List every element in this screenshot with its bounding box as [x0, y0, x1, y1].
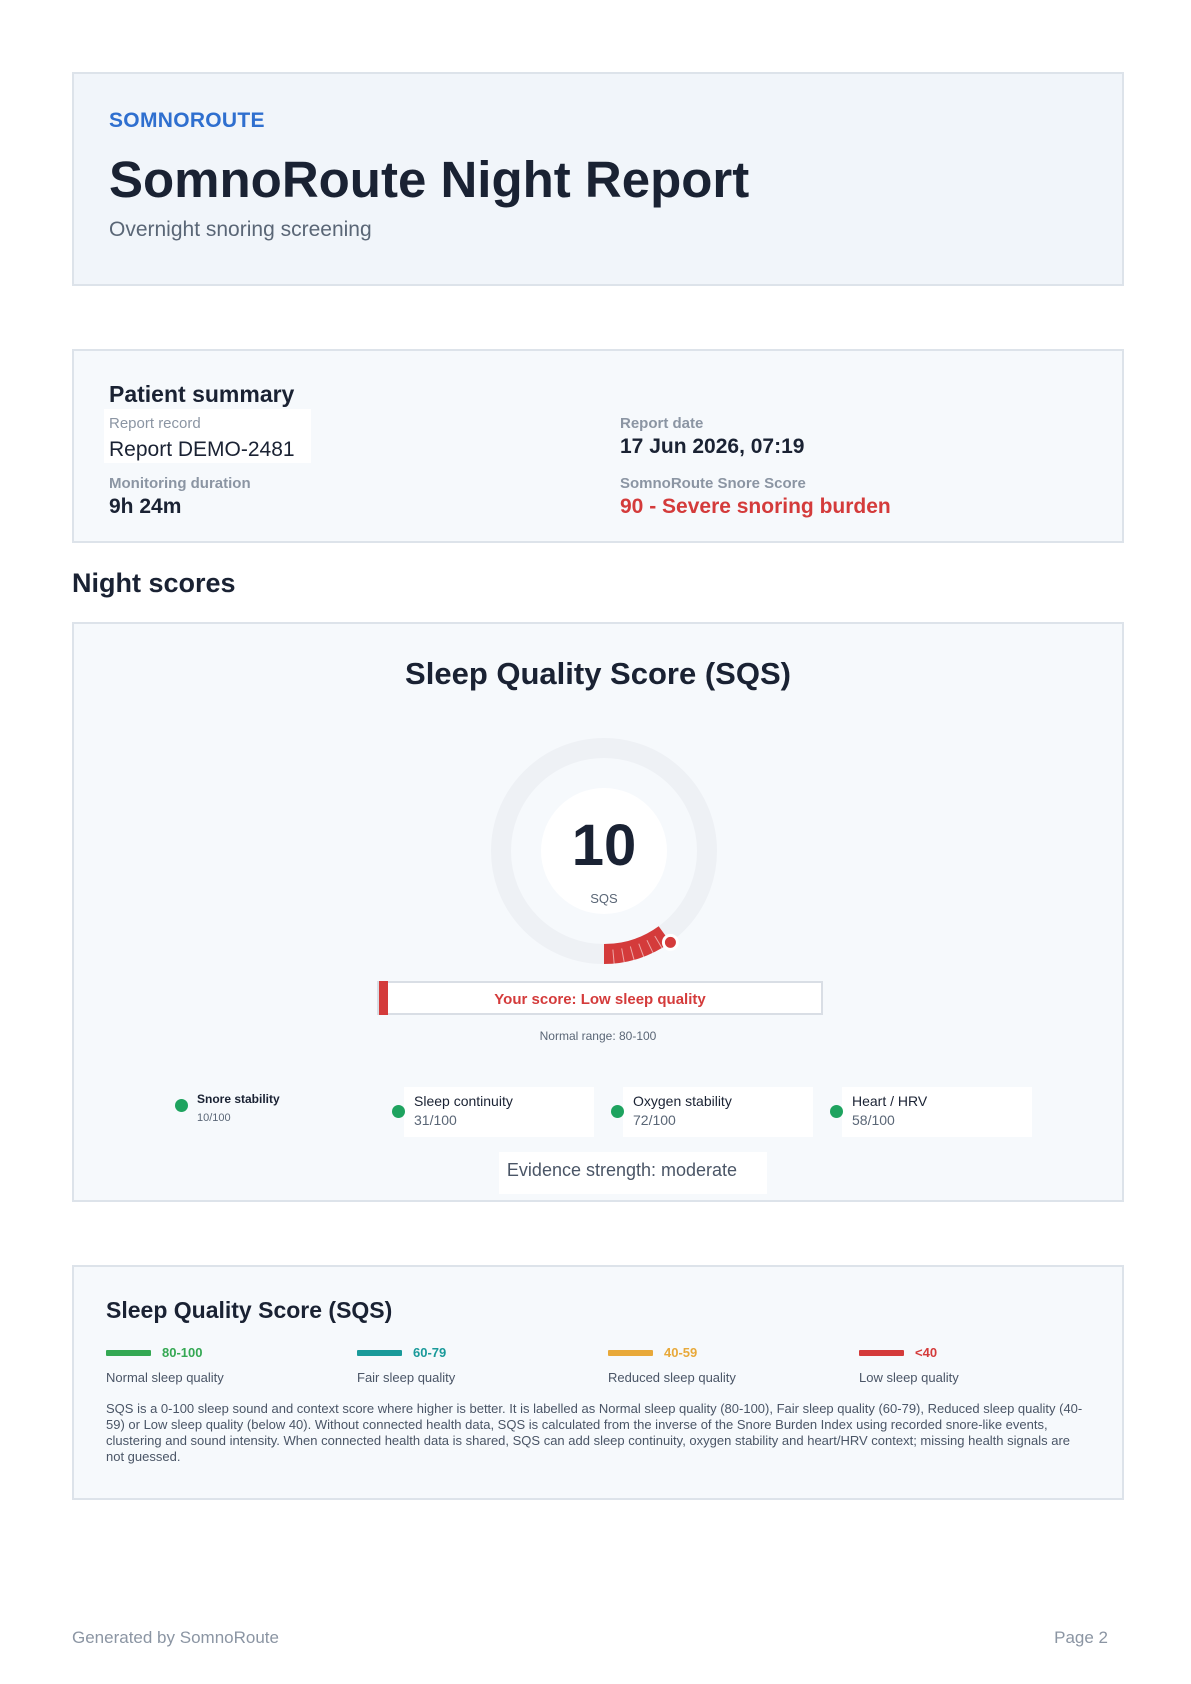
legend-label: Fair sleep quality: [357, 1370, 456, 1385]
gauge-arc: [604, 926, 671, 964]
record-label: Report record: [109, 415, 201, 432]
legend-range: 80-100: [162, 1345, 203, 1360]
gauge-unit: SQS: [590, 891, 618, 906]
component-name: Oxygen stability: [633, 1093, 732, 1109]
legend-color-bar: [106, 1350, 151, 1356]
sqs-title: Sleep Quality Score (SQS): [405, 656, 791, 691]
legend-range: <40: [915, 1345, 938, 1360]
page-number: Page 2: [1054, 1628, 1108, 1647]
legend-color-bar: [859, 1350, 904, 1356]
patient-summary-card: Patient summary Report record Report DEM…: [72, 349, 1124, 543]
legend-label: Reduced sleep quality: [608, 1370, 736, 1385]
component-value: 10/100: [197, 1112, 231, 1124]
component-value: 72/100: [633, 1112, 676, 1128]
status-dot-icon: [392, 1105, 405, 1118]
legend-range: 40-59: [664, 1345, 698, 1360]
legend-range: 60-79: [413, 1345, 447, 1360]
legend-color-bar: [608, 1350, 653, 1356]
component-name: Snore stability: [197, 1092, 280, 1106]
sqs-gauge: 10 SQS: [491, 738, 717, 964]
gauge-marker: [661, 933, 679, 951]
report-date-label: Report date: [620, 415, 704, 432]
status-dot-icon: [175, 1099, 188, 1112]
status-dot-icon: [611, 1105, 624, 1118]
report-title: SomnoRoute Night Report: [109, 151, 750, 208]
gauge-score: 10: [572, 813, 637, 878]
report-header: SOMNOROUTE SomnoRoute Night Report Overn…: [72, 72, 1124, 286]
normal-range: Normal range: 80-100: [539, 1029, 657, 1043]
brand-name: SOMNOROUTE: [109, 109, 265, 132]
legend-label: Normal sleep quality: [106, 1370, 224, 1385]
record-value: Report DEMO-2481: [109, 438, 295, 461]
component-name: Heart / HRV: [852, 1093, 928, 1109]
sqs-legend-card: Sleep Quality Score (SQS) 80-100 Normal …: [72, 1265, 1124, 1500]
patient-summary-title: Patient summary: [109, 381, 295, 407]
evidence-strength: Evidence strength: moderate: [506, 1160, 738, 1180]
night-scores-card: Sleep Quality Score (SQS) 10 SQS Your sc…: [72, 622, 1124, 1202]
footer-generated-by: Generated by SomnoRoute: [72, 1628, 279, 1647]
snore-score-value: 90 - Severe snoring burden: [620, 495, 891, 518]
night-scores-heading: Night scores: [72, 568, 236, 598]
component-value: 31/100: [414, 1112, 457, 1128]
legend-label: Low sleep quality: [859, 1370, 959, 1385]
monitoring-duration-value: 9h 24m: [109, 495, 182, 518]
component-name: Sleep continuity: [414, 1093, 513, 1109]
legend-color-bar: [357, 1350, 402, 1356]
status-dot-icon: [830, 1105, 843, 1118]
component-value: 58/100: [852, 1112, 895, 1128]
score-band: Your score: Low sleep quality: [377, 981, 823, 1015]
snore-score-label: SomnoRoute Snore Score: [620, 475, 806, 492]
monitoring-duration-label: Monitoring duration: [109, 475, 251, 492]
report-date-value: 17 Jun 2026, 07:19: [620, 435, 805, 458]
legend-title: Sleep Quality Score (SQS): [106, 1297, 393, 1323]
report-subtitle: Overnight snoring screening: [109, 218, 372, 241]
legend-description: SQS is a 0-100 sleep sound and context s…: [106, 1401, 1083, 1464]
score-band-text: Your score: Low sleep quality: [494, 991, 706, 1008]
